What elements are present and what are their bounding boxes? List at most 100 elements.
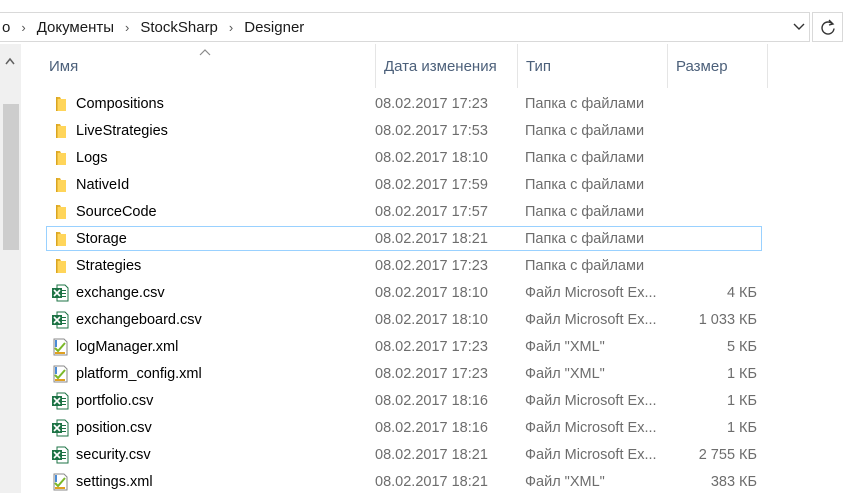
vertical-scrollbar[interactable]: [0, 44, 21, 493]
breadcrumb-item-documents[interactable]: Документы: [35, 19, 116, 36]
file-date: 08.02.2017 17:23: [375, 339, 488, 355]
xml-file-icon: [51, 365, 69, 383]
file-date: 08.02.2017 18:21: [375, 231, 488, 247]
file-type: Папка с файлами: [525, 258, 645, 274]
file-type: Папка с файлами: [525, 123, 645, 139]
file-name: LiveStrategies: [76, 123, 168, 139]
file-row[interactable]: security.csv 08.02.2017 18:21 Файл Microso…: [21, 442, 843, 469]
file-row[interactable]: exchangeboard.csv 08.02.2017 18:10 Файл Mi…: [21, 307, 843, 334]
file-name: platform_config.xml: [76, 366, 202, 382]
file-type: Файл Microsoft Ex...: [525, 312, 657, 328]
xml-file-icon: [51, 473, 69, 491]
file-date: 08.02.2017 18:16: [375, 420, 488, 436]
file-date: 08.02.2017 18:10: [375, 312, 488, 328]
column-header-type[interactable]: Тип: [517, 44, 667, 88]
file-row[interactable]: position.csv 08.02.2017 18:16 Файл Microso…: [21, 415, 843, 442]
file-size: 4 КБ: [726, 285, 757, 301]
file-type: Файл "XML": [525, 474, 605, 490]
file-size: 5 КБ: [726, 339, 757, 355]
column-header-size[interactable]: Размер: [667, 44, 768, 88]
file-name: settings.xml: [76, 474, 153, 490]
file-date: 08.02.2017 17:57: [375, 204, 488, 220]
column-header-type-label: Тип: [526, 57, 552, 75]
file-type: Файл Microsoft Ex...: [525, 285, 657, 301]
file-row[interactable]: Strategies 08.02.2017 17:23 Папка с файлам…: [21, 253, 843, 280]
file-row[interactable]: settings.xml 08.02.2017 18:21 Файл "XML" 38…: [21, 469, 843, 496]
folder-icon: [51, 203, 69, 221]
file-name: security.csv: [76, 447, 151, 463]
file-type: Папка с файлами: [525, 150, 645, 166]
file-row[interactable]: Storage 08.02.2017 18:21 Папка с файлами: [21, 226, 843, 253]
folder-icon: [51, 230, 69, 248]
file-row[interactable]: Logs 08.02.2017 18:10 Папка с файлами: [21, 145, 843, 172]
excel-file-icon: [51, 392, 69, 410]
breadcrumb-box[interactable]: о › Документы › StockSharp › Designer: [0, 12, 810, 42]
file-size: 1 033 КБ: [698, 312, 757, 328]
file-size: 383 КБ: [710, 474, 757, 490]
breadcrumb: о › Документы › StockSharp › Designer: [0, 13, 306, 41]
file-row[interactable]: platform_config.xml 08.02.2017 17:23 Файл …: [21, 361, 843, 388]
file-type: Файл Microsoft Ex...: [525, 393, 657, 409]
breadcrumb-chevron-icon[interactable]: ›: [21, 20, 25, 35]
file-type: Папка с файлами: [525, 96, 645, 112]
breadcrumb-chevron-icon[interactable]: ›: [125, 20, 129, 35]
file-name: Logs: [76, 150, 108, 166]
file-list: Compositions 08.02.2017 17:23 Папка с файл…: [21, 91, 843, 496]
breadcrumb-leading-fragment[interactable]: о: [0, 19, 12, 36]
file-date: 08.02.2017 18:10: [375, 285, 488, 301]
file-row[interactable]: NativeId 08.02.2017 17:59 Папка с файлами: [21, 172, 843, 199]
file-date: 08.02.2017 17:23: [375, 96, 488, 112]
file-date: 08.02.2017 17:59: [375, 177, 488, 193]
file-date: 08.02.2017 17:23: [375, 258, 488, 274]
column-header-name-label: Имя: [49, 57, 79, 75]
excel-file-icon: [51, 446, 69, 464]
breadcrumb-item-stocksharp[interactable]: StockSharp: [138, 19, 220, 36]
column-header-date[interactable]: Дата изменения: [375, 44, 525, 88]
file-date: 08.02.2017 17:23: [375, 366, 488, 382]
excel-file-icon: [51, 284, 69, 302]
refresh-button[interactable]: [812, 12, 843, 42]
file-name: NativeId: [76, 177, 130, 193]
file-row[interactable]: exchange.csv 08.02.2017 18:10 Файл Microso…: [21, 280, 843, 307]
file-date: 08.02.2017 18:16: [375, 393, 488, 409]
refresh-icon: [821, 19, 835, 35]
folder-icon: [51, 257, 69, 275]
file-type: Файл Microsoft Ex...: [525, 447, 657, 463]
file-name: Storage: [76, 231, 127, 247]
chevron-down-icon[interactable]: [792, 20, 806, 34]
folder-icon: [51, 122, 69, 140]
breadcrumb-chevron-icon[interactable]: ›: [229, 20, 233, 35]
file-row[interactable]: logManager.xml 08.02.2017 17:23 Файл "XML"…: [21, 334, 843, 361]
file-name: exchangeboard.csv: [76, 312, 202, 328]
file-row[interactable]: portfolio.csv 08.02.2017 18:16 Файл Micros…: [21, 388, 843, 415]
excel-file-icon: [51, 419, 69, 437]
file-row[interactable]: LiveStrategies 08.02.2017 17:53 Папка с фа…: [21, 118, 843, 145]
file-name: SourceCode: [76, 204, 157, 220]
column-header-row: Имя Дата изменения Тип Размер: [21, 44, 843, 88]
file-size: 1 КБ: [726, 420, 757, 436]
scrollbar-thumb[interactable]: [3, 104, 19, 250]
file-size: 2 755 КБ: [698, 447, 757, 463]
xml-file-icon: [51, 338, 69, 356]
folder-icon: [51, 149, 69, 167]
file-date: 08.02.2017 17:53: [375, 123, 488, 139]
file-type: Файл "XML": [525, 339, 605, 355]
breadcrumb-item-designer[interactable]: Designer: [242, 19, 306, 36]
file-type: Папка с файлами: [525, 231, 645, 247]
column-header-name[interactable]: Имя: [49, 44, 367, 88]
file-name: portfolio.csv: [76, 393, 154, 409]
file-type: Папка с файлами: [525, 204, 645, 220]
file-name: position.csv: [76, 420, 152, 436]
file-size: 1 КБ: [726, 393, 757, 409]
file-row[interactable]: SourceCode 08.02.2017 17:57 Папка с файлам…: [21, 199, 843, 226]
file-type: Файл "XML": [525, 366, 605, 382]
scroll-up-arrow-icon[interactable]: [5, 57, 15, 65]
file-name: logManager.xml: [76, 339, 179, 355]
folder-icon: [51, 95, 69, 113]
file-name: exchange.csv: [76, 285, 165, 301]
file-date: 08.02.2017 18:21: [375, 474, 488, 490]
folder-icon: [51, 176, 69, 194]
file-row[interactable]: Compositions 08.02.2017 17:23 Папка с файл…: [21, 91, 843, 118]
file-type: Папка с файлами: [525, 177, 645, 193]
file-date: 08.02.2017 18:10: [375, 150, 488, 166]
